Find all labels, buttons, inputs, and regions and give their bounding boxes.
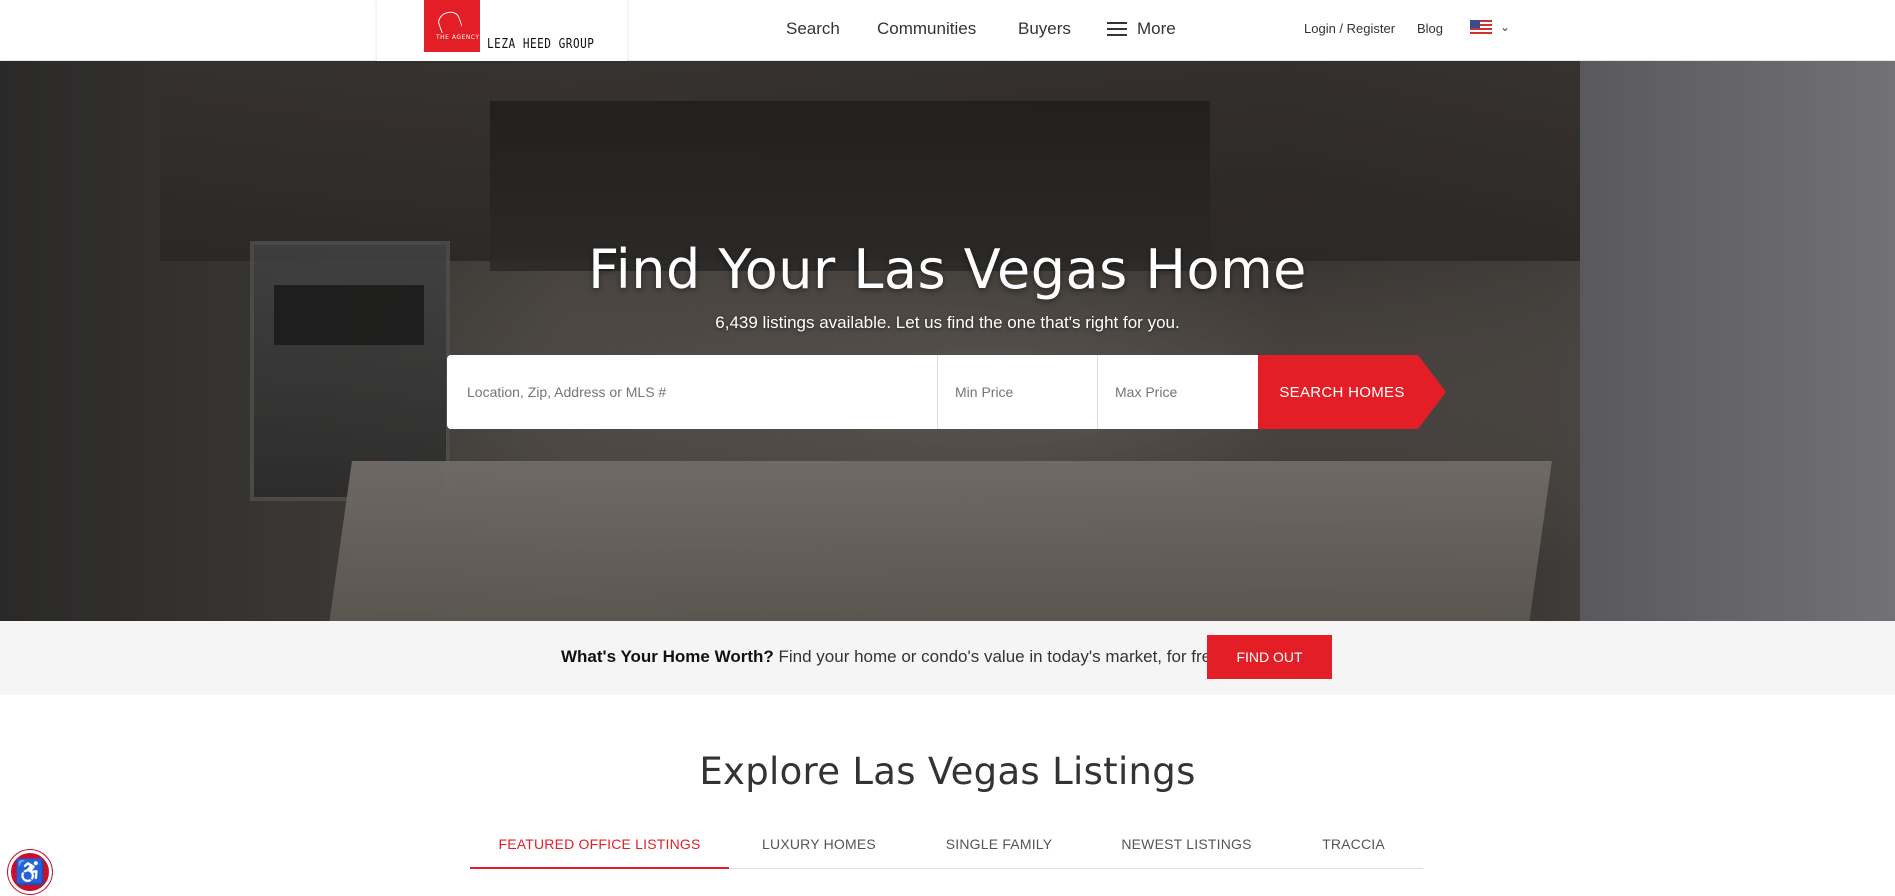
login-register-link[interactable]: Login / Register xyxy=(1304,21,1395,36)
tab-newest-listings[interactable]: NEWEST LISTINGS xyxy=(1089,826,1284,869)
hero-section: Find Your Las Vegas Home 6,439 listings … xyxy=(0,61,1895,621)
nav-communities[interactable]: Communities xyxy=(877,19,976,39)
hero-overlay xyxy=(0,61,1895,621)
home-worth-description: Find your home or condo's value in today… xyxy=(778,647,1226,666)
tab-traccia[interactable]: TRACCIA xyxy=(1284,826,1423,869)
site-header: THE AGENCY LEZA HEED GROUP Search Commun… xyxy=(0,0,1895,61)
agency-logo-text: THE AGENCY xyxy=(436,34,480,41)
max-price-input[interactable] xyxy=(1098,355,1258,429)
site-logo[interactable]: THE AGENCY LEZA HEED GROUP xyxy=(377,0,627,61)
chevron-down-icon: ⌄ xyxy=(1500,20,1511,34)
home-worth-heading: What's Your Home Worth? xyxy=(561,647,774,666)
listing-tabs: FEATURED OFFICE LISTINGS LUXURY HOMES SI… xyxy=(470,826,1423,869)
hamburger-icon xyxy=(1107,22,1127,36)
tab-featured-office-listings[interactable]: FEATURED OFFICE LISTINGS xyxy=(470,826,729,869)
blog-link[interactable]: Blog xyxy=(1417,21,1443,36)
agency-logo-icon xyxy=(435,8,463,34)
home-worth-banner: What's Your Home Worth? Find your home o… xyxy=(0,621,1895,695)
explore-title: Explore Las Vegas Listings xyxy=(699,750,1196,793)
search-homes-button[interactable]: SEARCH HOMES xyxy=(1258,355,1446,429)
location-search-input[interactable] xyxy=(447,355,938,429)
home-worth-text: What's Your Home Worth? Find your home o… xyxy=(561,647,1225,667)
nav-more[interactable]: More xyxy=(1107,19,1176,39)
accessibility-icon[interactable]: ♿ xyxy=(8,850,52,894)
language-selector[interactable]: ⌄ xyxy=(1470,20,1510,34)
tab-luxury-homes[interactable]: LUXURY HOMES xyxy=(729,826,909,869)
tab-single-family[interactable]: SINGLE FAMILY xyxy=(909,826,1089,869)
hero-subtitle: 6,439 listings available. Let us find th… xyxy=(715,313,1180,332)
group-name: LEZA HEED GROUP xyxy=(487,37,595,52)
nav-more-label: More xyxy=(1137,19,1176,38)
find-out-button[interactable]: FIND OUT xyxy=(1207,635,1332,679)
nav-search[interactable]: Search xyxy=(786,19,840,39)
nav-buyers[interactable]: Buyers xyxy=(1018,19,1071,39)
hero-title: Find Your Las Vegas Home xyxy=(588,238,1307,301)
min-price-input[interactable] xyxy=(938,355,1098,429)
agency-logo-mark: THE AGENCY xyxy=(424,0,480,52)
us-flag-icon xyxy=(1470,20,1492,34)
search-bar: SEARCH HOMES xyxy=(447,355,1446,429)
